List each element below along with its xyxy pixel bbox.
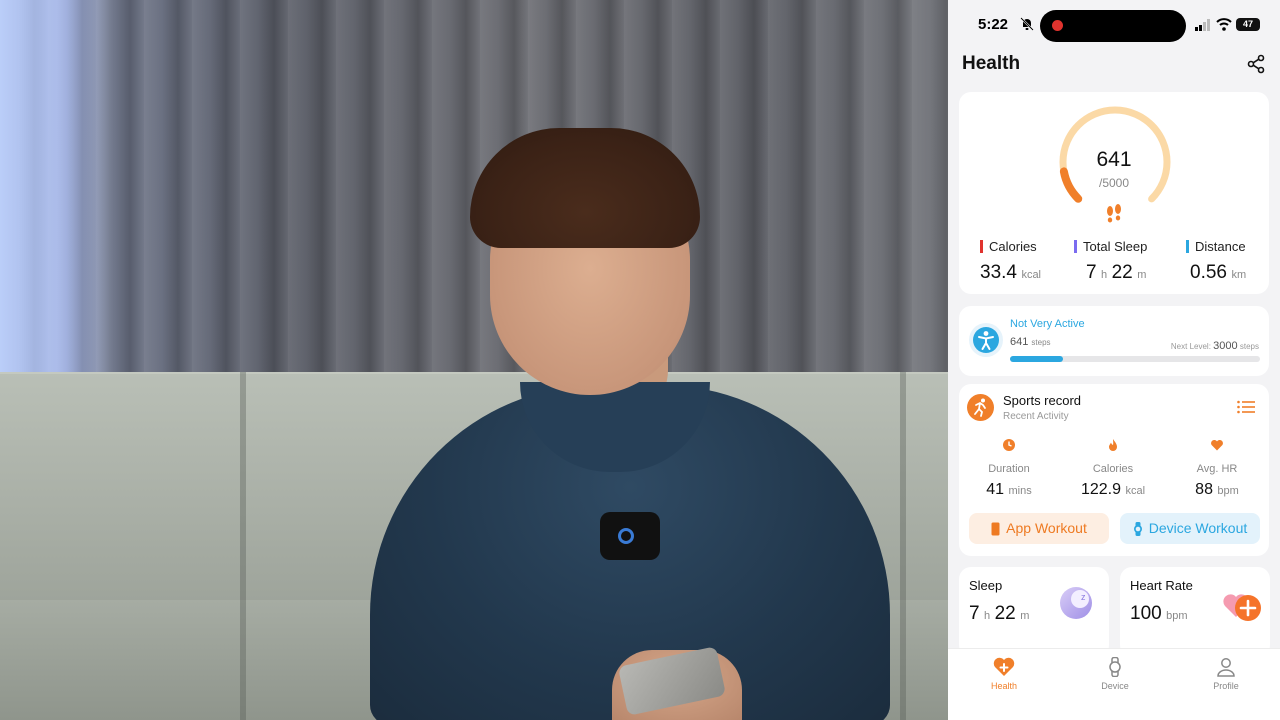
heart-rate-unit: bpm (1166, 610, 1188, 622)
sleep-hours: 7 (1086, 262, 1097, 283)
footprints-icon (1107, 204, 1121, 223)
clock-icon (1003, 439, 1015, 451)
tab-health-label: Health (990, 681, 1017, 691)
activity-person-icon (969, 323, 1003, 357)
bottom-tab-bar: Health Device Profile (948, 648, 1280, 720)
avg-hr-unit: bpm (1217, 485, 1239, 497)
duration-value: 41 (986, 481, 1005, 498)
duration-stat: Duration 41 mins (964, 438, 1054, 499)
tab-profile[interactable]: Profile (1186, 657, 1266, 691)
steps-count: 641 (1096, 148, 1132, 171)
sleep-minutes-unit: m (1137, 269, 1147, 281)
tab-device-label: Device (1101, 681, 1129, 691)
watch-icon (1109, 657, 1121, 677)
sleep-card-h-unit: h (984, 610, 991, 622)
avg-hr-value: 88 (1195, 481, 1213, 498)
page-title: Health (962, 53, 1021, 74)
calories-label: Calories (980, 240, 1041, 253)
moon-zzz-icon: z (1060, 587, 1092, 619)
share-icon[interactable] (1246, 54, 1266, 74)
sleep-card-m-unit: m (1020, 610, 1030, 622)
duration-unit: mins (1008, 485, 1032, 497)
activity-progress-bar (1010, 356, 1260, 362)
svg-text:z: z (1081, 592, 1086, 602)
bell-off-icon (1020, 17, 1034, 31)
flame-icon (1109, 439, 1117, 451)
cushion-seam (900, 372, 906, 720)
distance-value: 0.56 (1190, 262, 1227, 283)
running-icon (967, 394, 994, 421)
distance-summary: Distance 0.56 km (1186, 240, 1246, 284)
next-level-unit: steps (1239, 342, 1259, 351)
calories-summary: Calories 33.4 kcal (980, 240, 1041, 284)
calories-unit: kcal (1021, 269, 1041, 281)
sleep-card-hours: 7 (969, 603, 980, 624)
app-workout-label: App Workout (1006, 520, 1087, 536)
steps-goal: /5000 (1098, 176, 1130, 190)
heart-rate-card[interactable]: Heart Rate 100 bpm (1120, 567, 1270, 657)
next-level-value: 3000 (1213, 340, 1238, 352)
next-level-label: Next Level: (1170, 342, 1211, 351)
wifi-icon (1216, 18, 1232, 31)
activity-steps-unit: steps (1031, 338, 1051, 347)
tab-profile-label: Profile (1213, 681, 1239, 691)
heart-icon (1211, 439, 1223, 451)
activity-level-label: Not Very Active (1010, 318, 1085, 330)
cellular-signal-icon (1195, 19, 1210, 31)
sleep-hours-unit: h (1101, 269, 1108, 281)
heart-plus-icon (993, 657, 1015, 676)
calories-value: 33.4 (980, 262, 1017, 283)
activity-steps-value: 641 (1010, 336, 1029, 348)
watch-icon (1133, 522, 1142, 537)
activity-progress-fill (1010, 356, 1063, 362)
video-scene (0, 0, 948, 720)
next-level: Next Level: 3000 steps (1171, 340, 1259, 352)
sleep-card[interactable]: Sleep 7 h 22 m z (959, 567, 1109, 657)
avg-hr-stat: Avg. HR 88 bpm (1172, 438, 1262, 499)
sports-calories-value: 122.9 (1080, 481, 1122, 498)
sports-calories-label: Calories (1092, 463, 1134, 475)
activity-level-card[interactable]: Not Very Active 641 steps Next Level: 30… (959, 306, 1269, 376)
device-workout-label: Device Workout (1148, 520, 1248, 536)
app-header: Health (962, 52, 1266, 78)
total-sleep-label: Total Sleep (1074, 240, 1147, 253)
sports-calories-unit: kcal (1125, 485, 1146, 497)
app-workout-button[interactable]: App Workout (969, 513, 1109, 544)
status-bar: 5:22 47 (948, 0, 1280, 48)
status-time: 5:22 (978, 16, 1009, 33)
presenter-hair (470, 128, 700, 248)
sports-record-card: Sports record Recent Activity Duration 4… (959, 384, 1269, 556)
recording-indicator (1052, 20, 1063, 31)
heart-rate-value: 100 (1130, 603, 1162, 624)
sports-calories-stat: Calories 122.9 kcal (1068, 438, 1158, 499)
sports-record-title: Sports record (1003, 393, 1082, 408)
distance-label: Distance (1186, 240, 1246, 253)
phone-icon (991, 522, 1000, 536)
tab-device[interactable]: Device (1075, 657, 1155, 691)
avg-hr-label: Avg. HR (1196, 463, 1238, 475)
list-icon[interactable] (1237, 400, 1255, 414)
duration-label: Duration (988, 463, 1030, 475)
cushion-seam (240, 372, 246, 720)
steps-card[interactable]: 641 /5000 Calories 33.4 kcal Total Sleep… (959, 92, 1269, 294)
heart-rate-title: Heart Rate (1130, 578, 1193, 593)
sleep-card-minutes: 22 (994, 603, 1016, 624)
battery-indicator: 47 (1236, 18, 1260, 31)
sleep-card-title: Sleep (969, 578, 1003, 593)
person-icon (1217, 658, 1235, 677)
tab-health[interactable]: Health (964, 657, 1044, 691)
device-workout-button[interactable]: Device Workout (1120, 513, 1260, 544)
mic-light (618, 528, 634, 544)
window-light (0, 0, 110, 380)
sports-record-subtitle: Recent Activity (1003, 411, 1069, 422)
phone-screen: 5:22 47 Health 641 /5000 Calories 33.4 k… (948, 0, 1280, 720)
heart-plus-icon (1223, 594, 1261, 621)
distance-unit: km (1231, 269, 1247, 281)
activity-steps: 641 steps (1010, 336, 1051, 348)
total-sleep-summary: Total Sleep 7 h 22 m (1074, 240, 1147, 284)
sleep-minutes: 22 (1111, 262, 1133, 283)
